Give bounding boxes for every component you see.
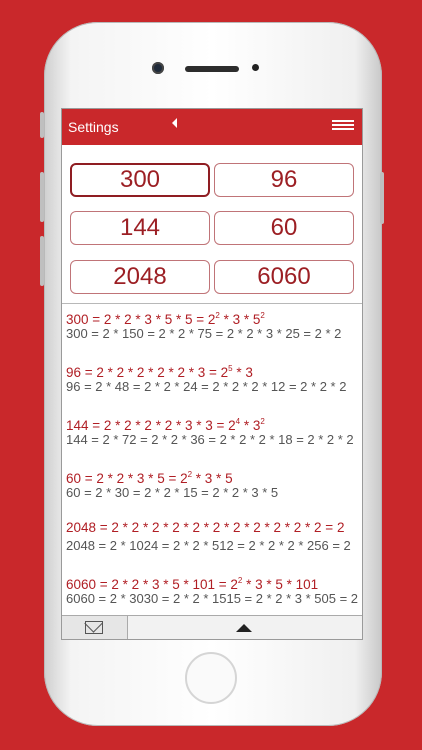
result-item: 300 = 2 * 2 * 3 * 5 * 5 = 22 * 3 * 52 30… bbox=[66, 307, 362, 360]
number-grid: 300 96 144 60 2048 6060 bbox=[62, 145, 362, 303]
home-button[interactable] bbox=[185, 652, 237, 704]
results-list: 300 = 2 * 2 * 3 * 5 * 5 = 22 * 3 * 52 30… bbox=[66, 307, 362, 615]
bottom-toolbar bbox=[62, 615, 362, 639]
number-button[interactable]: 2048 bbox=[70, 260, 210, 294]
factorization-line: 6060 = 2 * 2 * 3 * 5 * 101 = 22 * 3 * 5 … bbox=[66, 576, 319, 592]
front-camera bbox=[152, 62, 164, 74]
number-button[interactable]: 96 bbox=[214, 163, 354, 197]
factorization-line: 300 = 2 * 2 * 3 * 5 * 5 = 22 * 3 * 52 bbox=[66, 311, 265, 327]
steps-line: 2048 = 2 * 1024 = 2 * 2 * 512 = 2 * 2 * … bbox=[66, 538, 351, 553]
result-item: 6060 = 2 * 2 * 3 * 5 * 101 = 22 * 3 * 5 … bbox=[66, 572, 362, 615]
result-item: 96 = 2 * 2 * 2 * 2 * 2 * 3 = 25 * 3 96 =… bbox=[66, 360, 362, 413]
earpiece-speaker bbox=[185, 66, 239, 72]
mail-icon bbox=[85, 621, 103, 634]
steps-line: 60 = 2 * 30 = 2 * 2 * 15 = 2 * 2 * 3 * 5 bbox=[66, 485, 279, 500]
steps-line: 144 = 2 * 72 = 2 * 2 * 36 = 2 * 2 * 2 * … bbox=[66, 432, 354, 447]
steps-line: 96 = 2 * 48 = 2 * 2 * 24 = 2 * 2 * 2 * 1… bbox=[66, 379, 347, 394]
divider bbox=[62, 303, 362, 304]
mail-button[interactable] bbox=[62, 616, 128, 639]
number-button[interactable]: 6060 bbox=[214, 260, 354, 294]
mute-switch bbox=[40, 112, 44, 138]
settings-button[interactable]: Settings bbox=[68, 119, 119, 135]
proximity-sensor bbox=[252, 64, 259, 71]
volume-up-button bbox=[40, 172, 44, 222]
top-bar: Settings bbox=[62, 109, 362, 145]
back-arrow-icon[interactable] bbox=[172, 118, 177, 128]
volume-down-button bbox=[40, 236, 44, 286]
factorization-line: 96 = 2 * 2 * 2 * 2 * 2 * 3 = 25 * 3 bbox=[66, 364, 253, 380]
number-button[interactable]: 300 bbox=[70, 163, 210, 197]
hamburger-icon[interactable] bbox=[332, 120, 354, 132]
result-item: 144 = 2 * 2 * 2 * 2 * 3 * 3 = 24 * 32 14… bbox=[66, 413, 362, 466]
result-item: 60 = 2 * 2 * 3 * 5 = 22 * 3 * 5 60 = 2 *… bbox=[66, 466, 362, 519]
factorization-line: 60 = 2 * 2 * 3 * 5 = 22 * 3 * 5 bbox=[66, 470, 233, 486]
number-button[interactable]: 144 bbox=[70, 211, 210, 245]
result-item: 2048 = 2 * 2 * 2 * 2 * 2 * 2 * 2 * 2 * 2… bbox=[66, 519, 362, 572]
power-button bbox=[380, 172, 384, 224]
up-arrow-icon[interactable] bbox=[236, 624, 252, 632]
number-button[interactable]: 60 bbox=[214, 211, 354, 245]
factorization-line: 2048 = 2 * 2 * 2 * 2 * 2 * 2 * 2 * 2 * 2… bbox=[66, 520, 345, 535]
factorization-line: 144 = 2 * 2 * 2 * 2 * 3 * 3 = 24 * 32 bbox=[66, 417, 265, 433]
app-screen: Settings 300 96 144 60 2048 6060 300 = 2… bbox=[61, 108, 363, 640]
steps-line: 300 = 2 * 150 = 2 * 2 * 75 = 2 * 2 * 3 *… bbox=[66, 326, 342, 341]
steps-line: 6060 = 2 * 3030 = 2 * 2 * 1515 = 2 * 2 *… bbox=[66, 591, 359, 606]
